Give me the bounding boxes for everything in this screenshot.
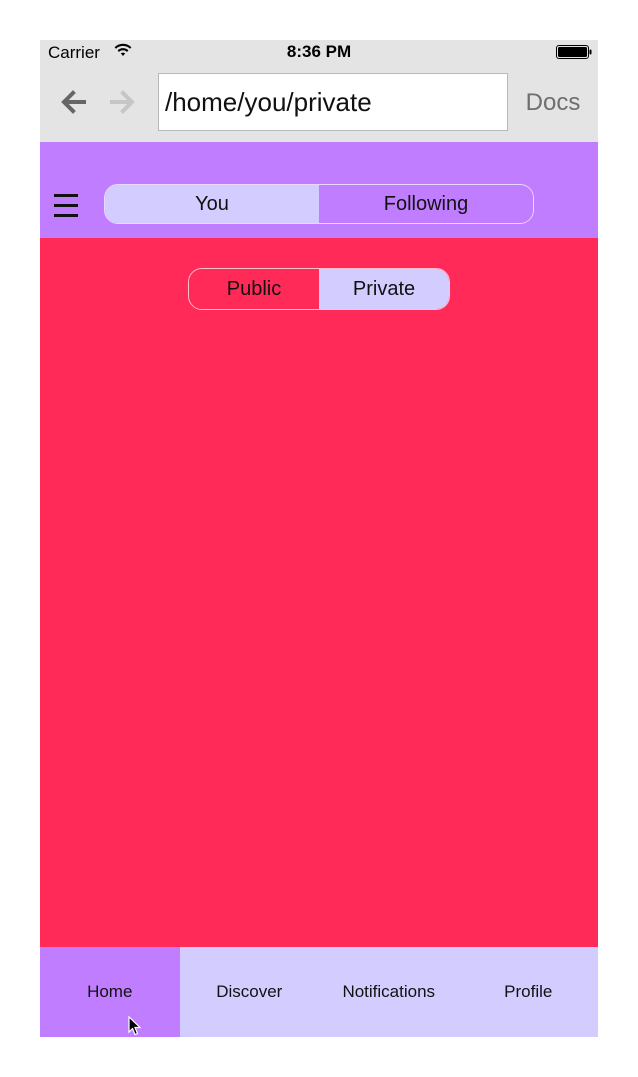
hamburger-icon[interactable] [54, 194, 78, 217]
you-following-switch: You Following [104, 184, 534, 224]
tab-home[interactable]: Home [40, 947, 180, 1037]
arrow-left-icon[interactable] [58, 88, 88, 116]
segment-following[interactable]: Following [319, 185, 533, 223]
tab-bar: Home Discover Notifications Profile [40, 947, 598, 1037]
segment-public[interactable]: Public [189, 269, 319, 309]
battery-icon [556, 45, 592, 59]
status-bar: Carrier 8:36 PM [40, 40, 598, 64]
arrow-right-icon[interactable] [108, 88, 138, 116]
mouse-cursor-icon [128, 1016, 142, 1036]
url-input[interactable] [158, 73, 508, 131]
tab-profile[interactable]: Profile [459, 947, 599, 1037]
segment-private[interactable]: Private [319, 269, 449, 309]
status-time: 8:36 PM [286, 42, 352, 61]
tab-discover[interactable]: Discover [180, 947, 320, 1037]
phone-screen: Carrier 8:36 PM Docs You Following [40, 40, 598, 1037]
docs-link[interactable]: Docs [518, 88, 588, 118]
tab-notifications[interactable]: Notifications [319, 947, 459, 1037]
main-content: Public Private [40, 238, 598, 947]
app-header: You Following [40, 142, 598, 238]
public-private-switch: Public Private [188, 268, 450, 310]
segment-you[interactable]: You [105, 185, 319, 223]
browser-toolbar: Docs [40, 64, 598, 142]
